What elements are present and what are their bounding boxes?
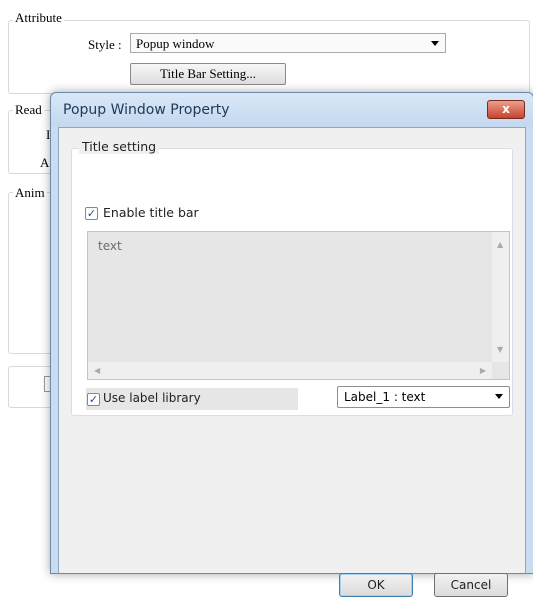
- read-legend: Read: [13, 102, 44, 118]
- dialog-title: Popup Window Property: [63, 102, 230, 118]
- popup-window-property-dialog: Popup Window Property x Title setting ✓ …: [50, 92, 533, 597]
- title-text-value: text: [98, 239, 122, 253]
- read-fragment-label: A: [40, 155, 50, 170]
- dialog-titlebar[interactable]: Popup Window Property x: [51, 93, 533, 127]
- attribute-legend: Attribute: [13, 10, 64, 26]
- ok-button[interactable]: OK: [339, 573, 413, 597]
- use-label-library-checkbox[interactable]: ✓: [87, 393, 100, 406]
- scroll-up-icon[interactable]: ▲: [497, 240, 503, 249]
- label-select[interactable]: Label_1 : text: [337, 386, 510, 408]
- enable-title-bar-checkbox[interactable]: ✓: [85, 207, 98, 220]
- enable-title-bar-label: Enable title bar: [103, 205, 199, 220]
- style-select[interactable]: Popup window: [130, 33, 446, 53]
- title-setting-legend: Title setting: [79, 139, 160, 154]
- chevron-down-icon: [495, 394, 503, 399]
- cancel-button[interactable]: Cancel: [434, 573, 508, 597]
- label-select-value: Label_1 : text: [344, 390, 426, 404]
- horizontal-scrollbar[interactable]: ◀ ▶: [88, 362, 492, 379]
- close-button[interactable]: x: [487, 100, 525, 119]
- dialog-client-area: Title setting ✓ Enable title bar text ▲ …: [58, 127, 526, 597]
- scroll-left-icon[interactable]: ◀: [94, 366, 100, 375]
- style-label: Style :: [88, 37, 122, 52]
- title-text-area[interactable]: text ▲ ▼ ◀ ▶: [87, 231, 510, 380]
- animation-legend: Anim: [13, 185, 47, 201]
- chevron-down-icon: [431, 41, 439, 46]
- scroll-down-icon[interactable]: ▼: [497, 345, 503, 354]
- use-label-library-label: Use label library: [103, 391, 201, 405]
- style-value: Popup window: [136, 36, 215, 51]
- title-bar-setting-button[interactable]: Title Bar Setting...: [130, 63, 286, 85]
- vertical-scrollbar[interactable]: ▲ ▼: [492, 232, 509, 362]
- close-icon: x: [502, 102, 510, 116]
- scroll-right-icon[interactable]: ▶: [480, 366, 486, 375]
